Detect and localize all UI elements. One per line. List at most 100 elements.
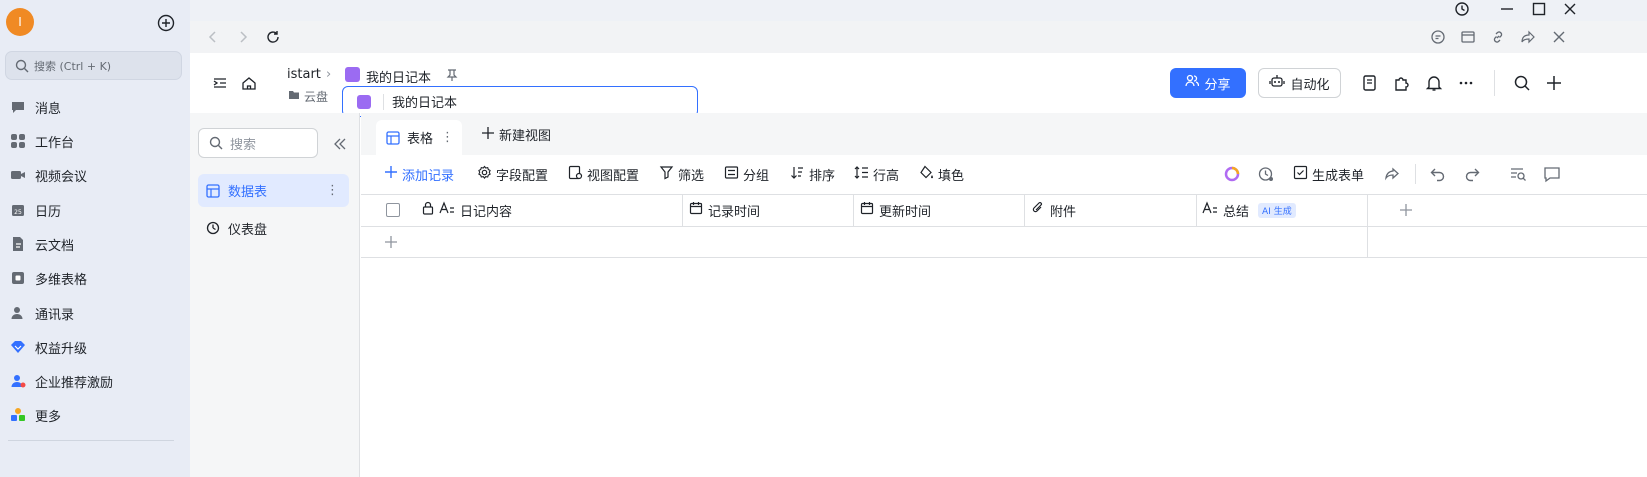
row-height-button[interactable]: 行高 — [854, 165, 899, 184]
global-search-input[interactable]: 搜索 (Ctrl + K) — [5, 51, 182, 80]
column-header-update-time[interactable]: 更新时间 — [860, 201, 931, 220]
automation-label: 自动化 — [1290, 77, 1330, 93]
table-item-datasheet[interactable]: 数据表 ⋮ — [198, 174, 349, 207]
column-header-attachment[interactable]: 附件 — [1031, 201, 1076, 220]
nav-item-workbench[interactable]: 工作台 — [10, 128, 180, 154]
more-vertical-icon[interactable]: ⋮ — [441, 130, 454, 145]
more-horizontal-icon[interactable] — [1457, 74, 1475, 92]
close-window-icon[interactable] — [1562, 1, 1578, 17]
tab-grid-view[interactable]: 表格 ⋮ — [376, 120, 462, 155]
table-item-label: 数据表 — [228, 185, 268, 200]
plugin-puzzle-icon[interactable] — [1393, 74, 1411, 92]
svg-text:25: 25 — [14, 209, 22, 216]
generate-form-button[interactable]: 生成表单 — [1293, 165, 1364, 184]
search-icon[interactable] — [1513, 74, 1531, 92]
nav-item-more[interactable]: 更多 — [10, 402, 180, 428]
toolbar-divider — [1415, 164, 1416, 184]
column-separator — [1367, 194, 1368, 227]
people-icon — [1185, 74, 1200, 92]
table-search-input[interactable]: 搜索 — [198, 128, 318, 158]
search-icon — [209, 136, 223, 150]
home-icon[interactable] — [241, 75, 257, 91]
close-tab-icon[interactable] — [1551, 29, 1567, 45]
share-export-icon[interactable] — [1383, 165, 1401, 183]
avatar[interactable]: I — [6, 8, 34, 36]
pin-icon[interactable] — [444, 67, 460, 83]
comments-icon[interactable] — [1543, 165, 1561, 183]
refresh-icon[interactable] — [265, 29, 281, 45]
nav-item-base[interactable]: 多维表格 — [10, 265, 180, 291]
form-doc-icon[interactable] — [1361, 74, 1379, 92]
paint-bucket-icon — [919, 165, 934, 184]
nav-item-video-meeting[interactable]: 视频会议 — [10, 162, 180, 188]
table-item-dashboard[interactable]: 仪表盘 — [198, 214, 349, 242]
ai-assistant-icon[interactable] — [1223, 165, 1241, 183]
video-camera-icon — [10, 167, 26, 183]
breadcrumb-root[interactable]: istart — [287, 67, 321, 82]
cloud-document-icon — [10, 236, 26, 252]
search-records-icon[interactable] — [1509, 165, 1527, 183]
folder-breadcrumb[interactable]: 云盘 — [288, 88, 328, 105]
gear-icon — [477, 165, 492, 184]
column-label: 记录时间 — [708, 204, 761, 220]
share-button[interactable]: 分享 — [1170, 68, 1246, 98]
add-column-icon[interactable] — [1398, 202, 1414, 218]
minimize-icon[interactable] — [1499, 1, 1515, 17]
base-doc-icon — [345, 67, 360, 82]
forward-share-icon[interactable] — [1520, 29, 1536, 45]
link-icon[interactable] — [1490, 29, 1506, 45]
more-vertical-icon[interactable]: ⋮ — [326, 183, 339, 198]
nav-item-cloud-docs[interactable]: 云文档 — [10, 231, 180, 257]
nav-label: 消息 — [35, 101, 62, 117]
view-tabs-bar — [361, 113, 1647, 155]
plus-icon — [481, 126, 495, 144]
undo-icon[interactable] — [1429, 165, 1447, 183]
document-title[interactable]: 我的日记本 — [366, 67, 431, 86]
new-view-button[interactable]: 新建视图 — [481, 125, 551, 144]
more-apps-icon — [10, 407, 26, 423]
history-clock-icon[interactable] — [1454, 1, 1470, 17]
sort-button[interactable]: 排序 — [790, 165, 835, 184]
back-arrow-icon[interactable] — [205, 29, 221, 45]
nav-item-calendar[interactable]: 25 日历 — [10, 197, 180, 223]
calendar-icon: 25 — [10, 202, 26, 218]
redo-icon[interactable] — [1463, 165, 1481, 183]
field-config-button[interactable]: 字段配置 — [477, 165, 548, 184]
comment-icon[interactable] — [1430, 29, 1446, 45]
nav-item-upgrade[interactable]: 权益升级 — [10, 334, 180, 360]
plus-icon — [384, 165, 398, 183]
column-header-diary-content[interactable]: 日记内容 — [422, 201, 512, 220]
window-layout-icon[interactable] — [1460, 29, 1476, 45]
nav-label: 企业推荐激励 — [35, 375, 114, 391]
group-button[interactable]: 分组 — [724, 165, 769, 184]
breadcrumb-separator: › — [326, 67, 332, 82]
filter-button[interactable]: 筛选 — [659, 165, 704, 184]
view-config-button[interactable]: 视图配置 — [568, 165, 640, 184]
nav-item-contacts[interactable]: 通讯录 — [10, 300, 180, 326]
column-header-summary[interactable]: 总结 AI 生成 — [1202, 201, 1296, 220]
contacts-icon — [10, 305, 26, 321]
column-label: 总结 — [1223, 204, 1250, 220]
add-circle-icon[interactable] — [157, 14, 175, 32]
bell-icon[interactable] — [1425, 74, 1443, 92]
select-all-checkbox[interactable] — [386, 203, 400, 217]
double-chevron-left-icon[interactable] — [332, 136, 348, 152]
add-row-plus-icon[interactable] — [384, 235, 398, 249]
nav-label: 权益升级 — [35, 341, 88, 357]
nav-label: 更多 — [35, 409, 62, 425]
collapse-sidebar-icon[interactable] — [212, 75, 228, 91]
timer-icon[interactable] — [1257, 165, 1275, 183]
maximize-icon[interactable] — [1531, 1, 1547, 17]
grid-apps-icon — [10, 133, 26, 149]
nav-item-referral[interactable]: 企业推荐激励 — [10, 368, 180, 394]
calendar-field-icon — [689, 201, 703, 219]
forward-arrow-icon[interactable] — [235, 29, 251, 45]
view-config-label: 视图配置 — [587, 168, 640, 184]
nav-item-messages[interactable]: 消息 — [10, 94, 180, 120]
add-record-button[interactable]: 添加记录 — [384, 165, 454, 184]
column-header-record-time[interactable]: 记录时间 — [689, 201, 761, 220]
nav-label: 通讯录 — [35, 307, 75, 323]
fill-color-button[interactable]: 填色 — [919, 165, 964, 184]
automation-button[interactable]: 自动化 — [1258, 68, 1341, 98]
plus-icon[interactable] — [1545, 74, 1563, 92]
